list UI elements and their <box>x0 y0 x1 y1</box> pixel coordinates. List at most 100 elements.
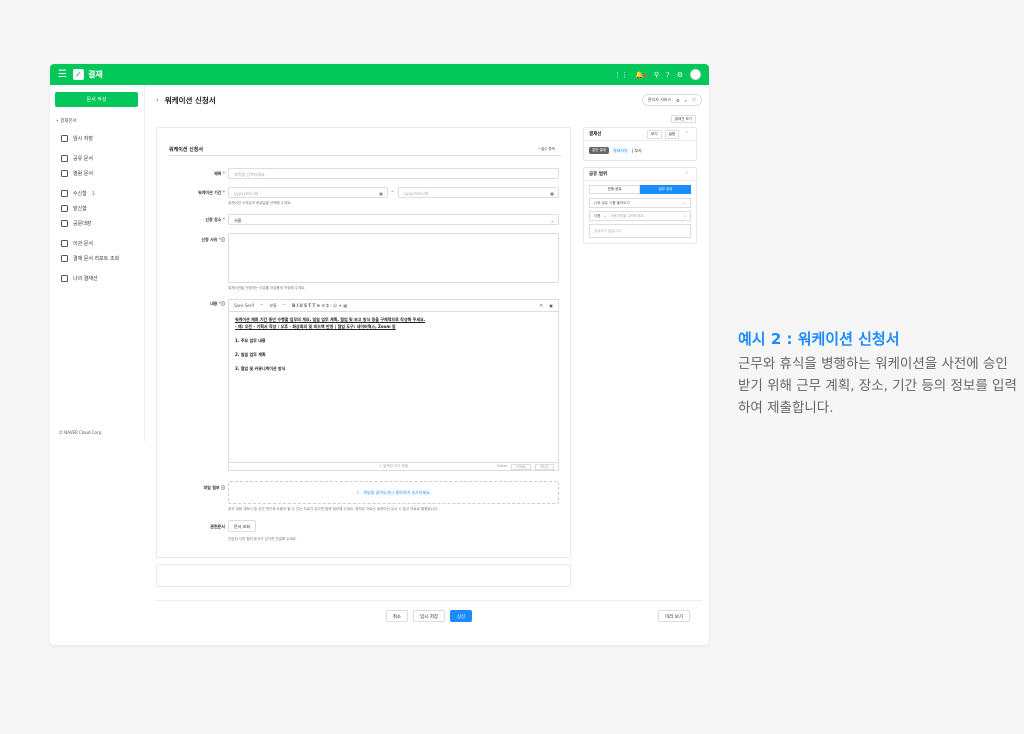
submit-button[interactable]: 상신 <box>450 609 473 622</box>
sidebar-item-label: 이관 문서 <box>73 241 93 247</box>
top-bar: ☰ ✓ 결재 ⋮⋮ 🔔 ⚲ ? ⚙ <box>50 64 709 85</box>
place-select[interactable]: 서울 ⌄ <box>228 214 559 225</box>
write-document-button[interactable]: 문서 작성 <box>55 92 138 107</box>
editor-toolbar: Sans Serif ⌃ 보통 ⌃ B I U S T T ≡ ☰ ⌶ ∙ ☺ … <box>228 299 559 311</box>
main-content: ‹ 워케이션 신청서 관리자 서비스 ⚙ ⌕ ⓘ 결재선 보기 워케이션 신청서… <box>156 92 702 622</box>
expand-icon[interactable]: ⇱ <box>540 303 543 308</box>
sidebar-item-outbox[interactable]: 발신함 <box>50 201 144 216</box>
sidebar-group: 임시 저장 공유 문서 열람 문서 수신함 1 발신함 공문대장 이관 문서 결재… <box>50 124 144 286</box>
tab-html[interactable]: HTML <box>511 463 532 470</box>
caption-title: 예시 2 : 워케이션 신청서 <box>738 330 900 348</box>
sidebar-item-drafts[interactable]: 임시 저장 <box>50 131 144 146</box>
upload-icon: ⇪ <box>355 490 360 495</box>
sidebar-item-label: 나의 결재선 <box>73 276 98 282</box>
save-draft-button[interactable]: 임시 저장 <box>413 609 445 622</box>
share-empty: 공유자가 없습니다. <box>589 224 691 238</box>
back-icon[interactable]: ‹ <box>156 96 159 104</box>
document-search-button[interactable]: 문서 조회 <box>228 520 256 532</box>
info-icon[interactable]: ⓘ <box>692 97 696 103</box>
page-title: 워케이션 신청서 <box>164 95 216 105</box>
document-icon <box>61 240 68 247</box>
approval-view-button[interactable]: 보기 <box>647 129 662 139</box>
format-buttons[interactable]: B I U S T T ≡ ☰ ⌶ ∙ ☺ ⚭ ▦ <box>292 303 347 308</box>
approval-settings-button[interactable]: 설정 <box>664 129 680 139</box>
people-icon[interactable]: ⚲ <box>654 71 659 79</box>
search-scope-select[interactable]: 이름 <box>594 214 600 219</box>
editor-section: 2. 일일 업무 계획 <box>235 352 266 357</box>
apps-grid-icon[interactable]: ⋮⋮ <box>614 71 628 79</box>
subject-label: 제목 * <box>214 171 225 176</box>
search-icon[interactable]: ⌕ <box>684 214 686 218</box>
editor-footer: + 입력칸 크기 조절 Editor HTML TEXT <box>228 463 559 471</box>
related-label: 관련문서 <box>210 524 225 529</box>
approval-panel-header: 결재선 보기 설정 ⌃ <box>584 128 696 141</box>
reason-textarea[interactable] <box>228 233 559 283</box>
approver-dept: | 부서 <box>631 147 642 153</box>
form-header: 워케이션 신청서 * 필수 항목 <box>169 146 561 156</box>
avatar[interactable] <box>690 69 701 80</box>
share-panel-header: 공유 범위 ⌃ <box>584 168 696 181</box>
sidebar-item-my-approval-line[interactable]: 나의 결재선 <box>50 271 144 286</box>
subject-input[interactable]: 제목을 입력하세요. <box>228 168 559 179</box>
sidebar-item-transferred[interactable]: 이관 문서 <box>50 236 144 251</box>
tab-text[interactable]: TEXT <box>535 463 554 470</box>
sidebar-item-inbox[interactable]: 수신함 1 <box>50 186 144 201</box>
content-editor[interactable]: 워케이션 체류 기간 동안 수행할 업무의 개요, 일일 업무 계획, 협업 및… <box>228 311 559 463</box>
search-icon[interactable]: ⌕ <box>685 98 687 103</box>
period-label: 워케이션 기간 * <box>198 190 225 195</box>
mail-icon <box>61 190 68 197</box>
tab-editor[interactable]: Editor <box>497 464 507 470</box>
image-icon[interactable]: ▣ <box>549 303 553 308</box>
sidebar-item-official[interactable]: 공문대장 <box>50 216 144 231</box>
sidebar-item-label: 임시 저장 <box>73 136 93 142</box>
required-note: * 필수 항목 <box>538 147 555 151</box>
content-label: 내용 *ⓘ <box>210 301 225 306</box>
file-dropzone[interactable]: ⇪ 파일을 끌어오거나 클릭하여 추가하세요. <box>228 481 559 504</box>
sidebar-item-report[interactable]: 결재 문서 리포트 조회 <box>50 251 144 266</box>
size-select[interactable]: 보통 <box>269 303 276 309</box>
chevron-down-icon: ⌄ <box>683 201 686 205</box>
tab-share-some[interactable]: 일부 공유 <box>640 185 691 194</box>
notification-dot <box>643 73 647 77</box>
approver-name[interactable]: 결재자명 <box>613 148 628 154</box>
document-icon <box>61 170 68 177</box>
preview-button[interactable]: 미리 보기 <box>658 610 690 622</box>
app-window: ☰ ✓ 결재 ⋮⋮ 🔔 ⚲ ? ⚙ 문서 작성 • 결재문서 임시 저장 공유 … <box>50 64 709 645</box>
share-search-input[interactable]: 사용자명을 입력하세요. <box>610 214 644 219</box>
collapse-icon[interactable]: ⌃ <box>682 130 691 139</box>
share-scope-toggle: 전체 공유 일부 공유 <box>589 185 691 194</box>
notification-icon[interactable]: 🔔 <box>635 71 647 79</box>
cancel-button[interactable]: 취소 <box>385 609 408 622</box>
chevron-icon: ⌃ <box>282 303 287 308</box>
collapse-icon[interactable]: ⌃ <box>682 171 691 177</box>
gear-icon[interactable]: ⚙ <box>677 71 683 79</box>
approval-title: 결재선 <box>589 132 602 137</box>
chevron-down-icon: ⌄ <box>550 218 554 223</box>
calendar-icon[interactable]: ▦ <box>379 191 383 196</box>
start-date-field[interactable]: yyyy.mm.dd ▦ <box>228 187 388 198</box>
sidebar-item-viewed[interactable]: 열람 문서 <box>50 166 144 181</box>
resize-handle[interactable]: + 입력칸 크기 조절 <box>379 464 408 469</box>
stamp-icon <box>61 220 68 227</box>
header-pill[interactable]: 관리자 서비스 ⚙ ⌕ ⓘ <box>641 94 702 106</box>
sidebar-item-label: 수신함 <box>73 191 87 197</box>
reason-help: 워케이션을 신청하는 이유를 자유롭게 작성해 주세요. <box>228 286 306 290</box>
sidebar-item-shared[interactable]: 공유 문서 <box>50 151 144 166</box>
report-icon <box>61 255 68 262</box>
gear-icon[interactable]: ⚙ <box>676 98 680 103</box>
approval-line-view-button[interactable]: 결재선 보기 <box>670 115 696 123</box>
share-group-select[interactable]: 나의 공유 그룹 불러오기 ⌄ <box>589 198 691 208</box>
editor-guide-line: 워케이션 체류 기간 동안 수행할 업무의 개요, 일일 업무 계획, 협업 및… <box>235 317 426 322</box>
chevron-down-icon: ⌄ <box>603 214 607 218</box>
topbar-actions: ⋮⋮ 🔔 ⚲ ? ⚙ <box>614 69 701 80</box>
document-icon <box>61 135 68 142</box>
menu-icon[interactable]: ☰ <box>58 69 67 80</box>
dropzone-text: 파일을 끌어오거나 클릭하여 추가하세요. <box>363 489 431 495</box>
font-select[interactable]: Sans Serif <box>234 303 254 308</box>
help-icon[interactable]: ? <box>666 71 670 79</box>
end-date-field[interactable]: yyyy.mm.dd ▦ <box>398 187 559 198</box>
calendar-icon[interactable]: ▦ <box>550 191 554 196</box>
page-header: ‹ 워케이션 신청서 관리자 서비스 ⚙ ⌕ ⓘ <box>156 92 702 108</box>
tab-share-all[interactable]: 전체 공유 <box>589 185 640 194</box>
sidebar-item-label: 열람 문서 <box>73 171 93 177</box>
